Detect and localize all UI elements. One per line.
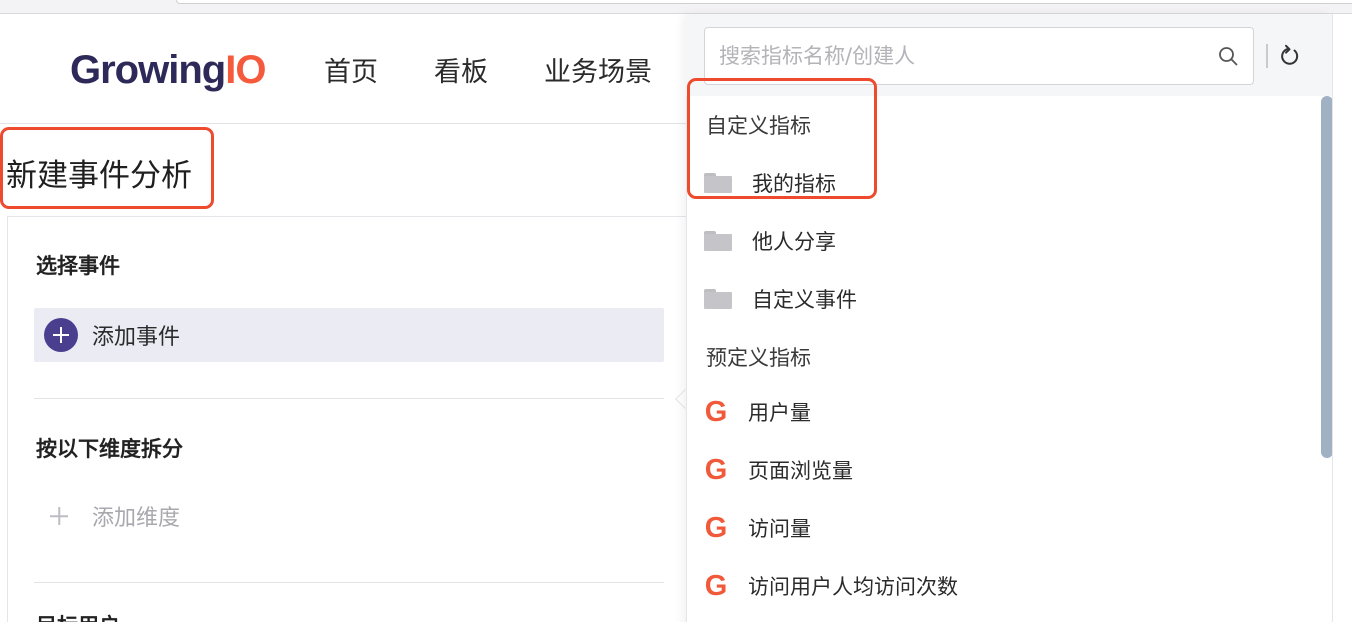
add-event-label: 添加事件 bbox=[92, 325, 181, 350]
folder-label: 他人分享 bbox=[752, 230, 836, 254]
select-event-heading: 选择事件 bbox=[36, 254, 120, 278]
growingio-g-icon: G bbox=[704, 569, 728, 602]
add-dimension-button[interactable]: 添加维度 bbox=[46, 500, 180, 532]
folder-icon bbox=[704, 289, 732, 309]
metric-item-user-count[interactable]: G 用户量 bbox=[702, 397, 811, 427]
growingio-g-icon: G bbox=[704, 511, 728, 544]
add-dimension-label: 添加维度 bbox=[92, 506, 181, 531]
metric-label: 访问用户人均访问次数 bbox=[748, 575, 958, 599]
preset-metrics-group-label: 预定义指标 bbox=[706, 346, 811, 370]
metric-item-visits-per-user[interactable]: G 访问用户人均访问次数 bbox=[702, 571, 958, 601]
plus-icon bbox=[46, 503, 72, 529]
split-dimension-heading: 按以下维度拆分 bbox=[36, 437, 183, 461]
refresh-icon[interactable] bbox=[1279, 44, 1301, 68]
folder-icon bbox=[704, 231, 732, 251]
nav-item-dashboard[interactable]: 看板 bbox=[434, 50, 488, 89]
target-users-heading: 目标用户 bbox=[36, 610, 120, 622]
page: GrowingIO 首页 看板 业务场景 新建事件分析 选择事件 添加事件 按以… bbox=[0, 0, 1352, 622]
metric-item-visits[interactable]: G 访问量 bbox=[702, 513, 811, 543]
browser-top-edge bbox=[0, 0, 1352, 14]
growingio-g-icon: G bbox=[704, 395, 728, 428]
section-divider bbox=[34, 582, 664, 583]
growingio-g-icon: G bbox=[704, 453, 728, 486]
plus-circle-icon bbox=[44, 318, 78, 352]
custom-metrics-highlight bbox=[687, 78, 877, 199]
logo-main-text: Growing bbox=[70, 48, 226, 92]
logo-accent-text: IO bbox=[225, 48, 266, 92]
toolbar-separator bbox=[1266, 44, 1268, 68]
search-icon[interactable] bbox=[1218, 46, 1238, 66]
growingio-logo[interactable]: GrowingIO bbox=[70, 48, 266, 93]
folder-shared-by-others[interactable]: 他人分享 bbox=[704, 226, 836, 256]
section-divider bbox=[34, 398, 664, 399]
window-right-edge bbox=[1332, 14, 1352, 622]
metric-label: 访问量 bbox=[748, 517, 811, 541]
main-nav: 首页 看板 业务场景 bbox=[324, 50, 708, 89]
metric-search-input[interactable] bbox=[704, 27, 1254, 85]
metric-item-page-views[interactable]: G 页面浏览量 bbox=[702, 455, 853, 485]
nav-item-home[interactable]: 首页 bbox=[324, 50, 378, 89]
metric-label: 页面浏览量 bbox=[748, 459, 853, 483]
page-title: 新建事件分析 bbox=[6, 158, 192, 194]
browser-tab-strip bbox=[176, 0, 1352, 4]
nav-item-business-scenarios[interactable]: 业务场景 bbox=[544, 50, 652, 89]
folder-custom-events[interactable]: 自定义事件 bbox=[704, 284, 857, 314]
metric-label: 用户量 bbox=[748, 401, 811, 425]
folder-label: 自定义事件 bbox=[752, 288, 857, 312]
add-event-button[interactable]: 添加事件 bbox=[34, 308, 664, 362]
